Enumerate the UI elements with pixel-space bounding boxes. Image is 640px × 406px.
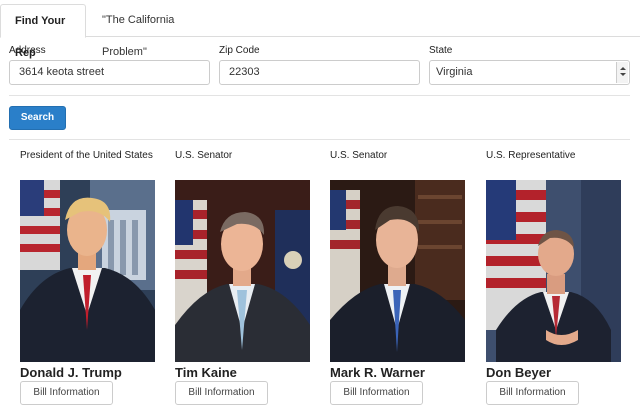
rep-portrait-photo <box>330 180 465 362</box>
rep-name: Donald J. Trump <box>20 365 122 380</box>
zip-code-label: Zip Code <box>219 45 260 56</box>
rep-card-president: President of the United States Donald J.… <box>20 140 170 406</box>
tab-bar: Find Your Rep "The California Problem" <box>0 0 640 59</box>
zip-code-input[interactable]: 22303 <box>219 60 420 85</box>
rep-portrait-photo <box>486 180 621 362</box>
rep-card-representative: U.S. Representative Don Beyer Bill Infor <box>486 140 636 406</box>
rep-portrait-photo <box>20 180 155 362</box>
bill-information-button[interactable]: Bill Information <box>175 381 268 405</box>
tab-california-problem[interactable]: "The California Problem" <box>88 4 218 58</box>
rep-name: Mark R. Warner <box>330 365 425 380</box>
rep-card-senator-warner: U.S. Senator Mark R. Warner Bill Informa… <box>330 140 480 406</box>
bill-information-button[interactable]: Bill Information <box>486 381 579 405</box>
state-select[interactable]: Virginia <box>429 60 630 85</box>
rep-name: Tim Kaine <box>175 365 237 380</box>
rep-card-senator-kaine: U.S. Senator Tim Kaine Bill Information <box>175 140 325 406</box>
rep-office: U.S. Senator <box>330 150 388 161</box>
search-button[interactable]: Search <box>9 106 66 130</box>
rep-office: U.S. Senator <box>175 150 233 161</box>
address-input[interactable]: 3614 keota street <box>9 60 210 85</box>
rep-office: U.S. Representative <box>486 150 576 161</box>
bill-information-button[interactable]: Bill Information <box>330 381 423 405</box>
select-arrows-icon[interactable] <box>616 62 628 83</box>
rep-name: Don Beyer <box>486 365 552 380</box>
rep-portrait-photo <box>175 180 310 362</box>
tab-find-your-rep[interactable]: Find Your Rep <box>0 4 86 59</box>
rep-office: President of the United States <box>20 150 153 161</box>
state-label: State <box>429 45 453 56</box>
divider <box>9 95 630 96</box>
state-select-value: Virginia <box>436 66 473 78</box>
bill-information-button[interactable]: Bill Information <box>20 381 113 405</box>
address-label: Address <box>9 45 46 56</box>
